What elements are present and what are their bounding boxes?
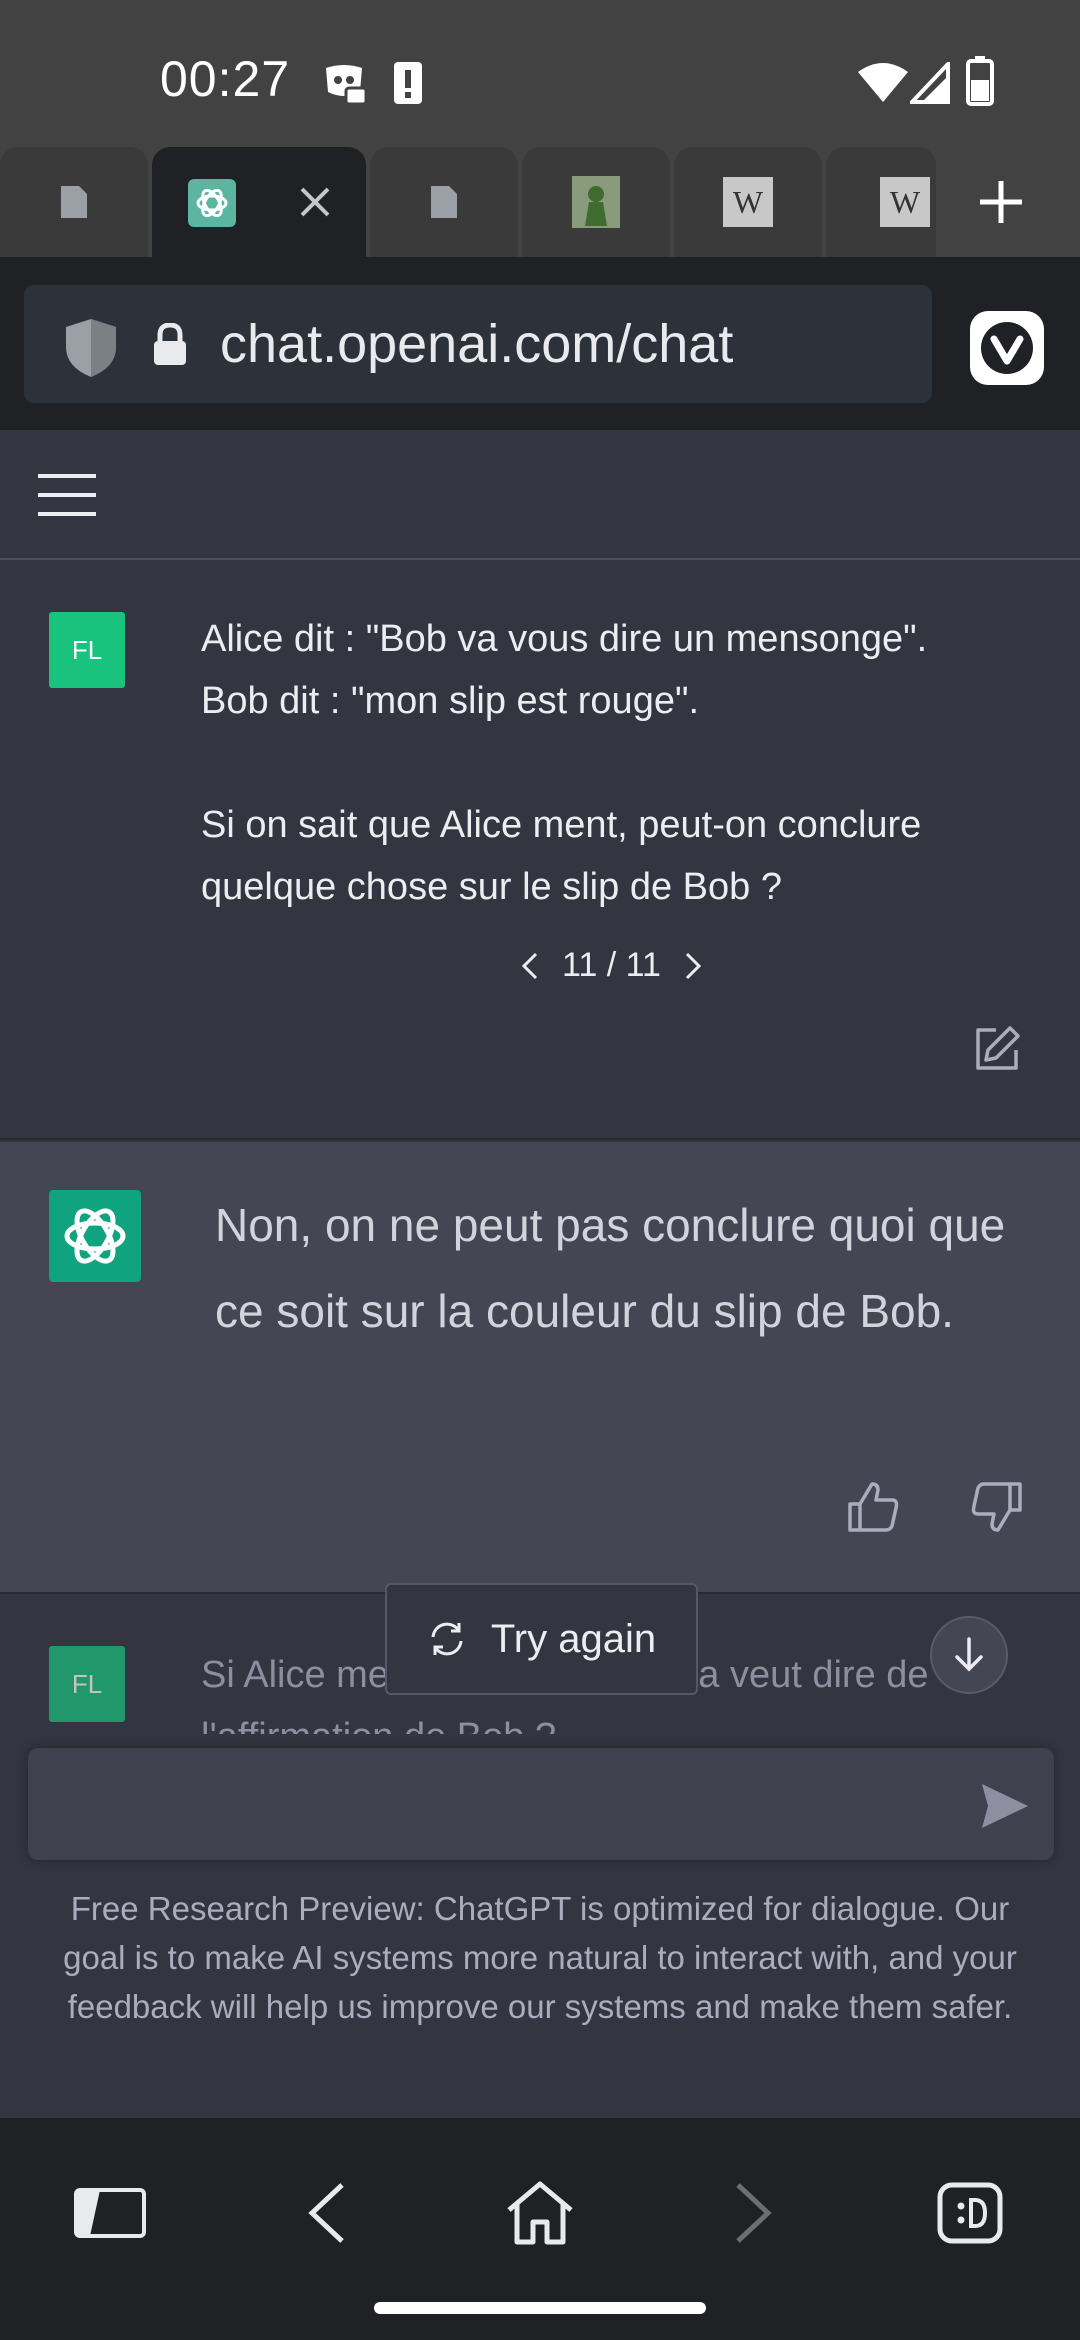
status-bar: 00:27 <box>0 0 1080 145</box>
chatgpt-icon <box>196 188 228 218</box>
hamburger-menu-icon[interactable] <box>36 472 98 518</box>
tab-document-2[interactable] <box>370 147 518 257</box>
user-avatar: FL <box>49 1646 125 1722</box>
home-indicator <box>374 2302 706 2314</box>
signal-icon <box>910 62 950 104</box>
user-avatar: FL <box>49 612 125 688</box>
tab-chess[interactable] <box>522 147 670 257</box>
discord-notification-icon <box>326 65 368 106</box>
tab-switcher-icon <box>937 2182 1003 2244</box>
assistant-message-text: Non, on ne peut pas conclure quoi que ce… <box>215 1199 1006 1337</box>
panels-button[interactable] <box>60 2168 160 2258</box>
new-tab-icon[interactable] <box>976 177 1026 227</box>
panel-icon <box>74 2188 146 2238</box>
battery-icon <box>966 56 994 106</box>
document-icon <box>431 186 457 218</box>
tab-switcher-button[interactable] <box>920 2168 1020 2258</box>
wifi-icon <box>858 63 908 102</box>
wikipedia-icon: W <box>880 177 930 227</box>
chatgpt-favicon <box>188 179 236 227</box>
tab-wikipedia-2[interactable]: W <box>826 147 936 257</box>
message-pager: 11 / 11 <box>520 946 703 985</box>
assistant-avatar <box>49 1190 141 1282</box>
send-icon[interactable] <box>974 1776 1034 1836</box>
user-message: FL Alice dit : "Bob va vous dire un mens… <box>0 560 1080 1140</box>
tab-chatgpt[interactable] <box>152 147 366 257</box>
previous-version-icon[interactable] <box>520 952 540 980</box>
close-tab-icon[interactable] <box>298 185 332 219</box>
forward-icon <box>736 2183 772 2243</box>
address-bar[interactable]: chat.openai.com/chat <box>24 285 932 403</box>
url-text[interactable]: chat.openai.com/chat <box>220 313 733 375</box>
disclaimer-text: Free Research Preview: ChatGPT is optimi… <box>63 1890 1017 2025</box>
wikipedia-icon: W <box>723 177 773 227</box>
arrow-down-icon <box>955 1637 983 1672</box>
message-input[interactable] <box>28 1748 1054 1860</box>
next-version-icon[interactable] <box>683 952 703 980</box>
tracker-blocker-shield-icon[interactable] <box>64 317 118 379</box>
home-button[interactable] <box>490 2168 590 2258</box>
try-again-label: Try again <box>490 1616 657 1661</box>
tab-wikipedia-1[interactable]: W <box>674 147 822 257</box>
refresh-icon <box>431 1622 463 1656</box>
try-again-button[interactable]: Try again <box>385 1583 698 1695</box>
assistant-message: Non, on ne peut pas conclure quoi que ce… <box>0 1142 1080 1594</box>
vivaldi-icon <box>981 322 1033 374</box>
user-message-text: Alice dit : "Bob va vous dire un mensong… <box>201 618 928 908</box>
alert-notification-icon <box>394 62 422 104</box>
scroll-to-bottom-button[interactable] <box>930 1616 1008 1694</box>
status-time: 00:27 <box>160 51 291 107</box>
chat-header <box>0 430 1080 560</box>
document-icon <box>61 186 87 218</box>
edit-icon[interactable] <box>972 1024 1022 1074</box>
thumbs-up-icon[interactable] <box>846 1480 900 1534</box>
thumbs-down-icon[interactable] <box>970 1480 1024 1534</box>
back-button[interactable] <box>276 2168 376 2258</box>
pager-count: 11 / 11 <box>562 946 661 984</box>
composer-area: Free Research Preview: ChatGPT is optimi… <box>0 1734 1080 2114</box>
lock-icon <box>154 323 186 365</box>
back-icon <box>308 2183 344 2243</box>
home-icon <box>507 2181 573 2245</box>
chess-icon <box>572 176 620 228</box>
chatgpt-icon <box>64 1208 126 1264</box>
tab-strip: W W <box>0 145 1080 257</box>
tab-document-1[interactable] <box>0 147 148 257</box>
forward-button[interactable] <box>704 2168 804 2258</box>
address-bar-area: chat.openai.com/chat <box>0 257 1080 430</box>
vivaldi-menu-button[interactable] <box>970 311 1044 385</box>
